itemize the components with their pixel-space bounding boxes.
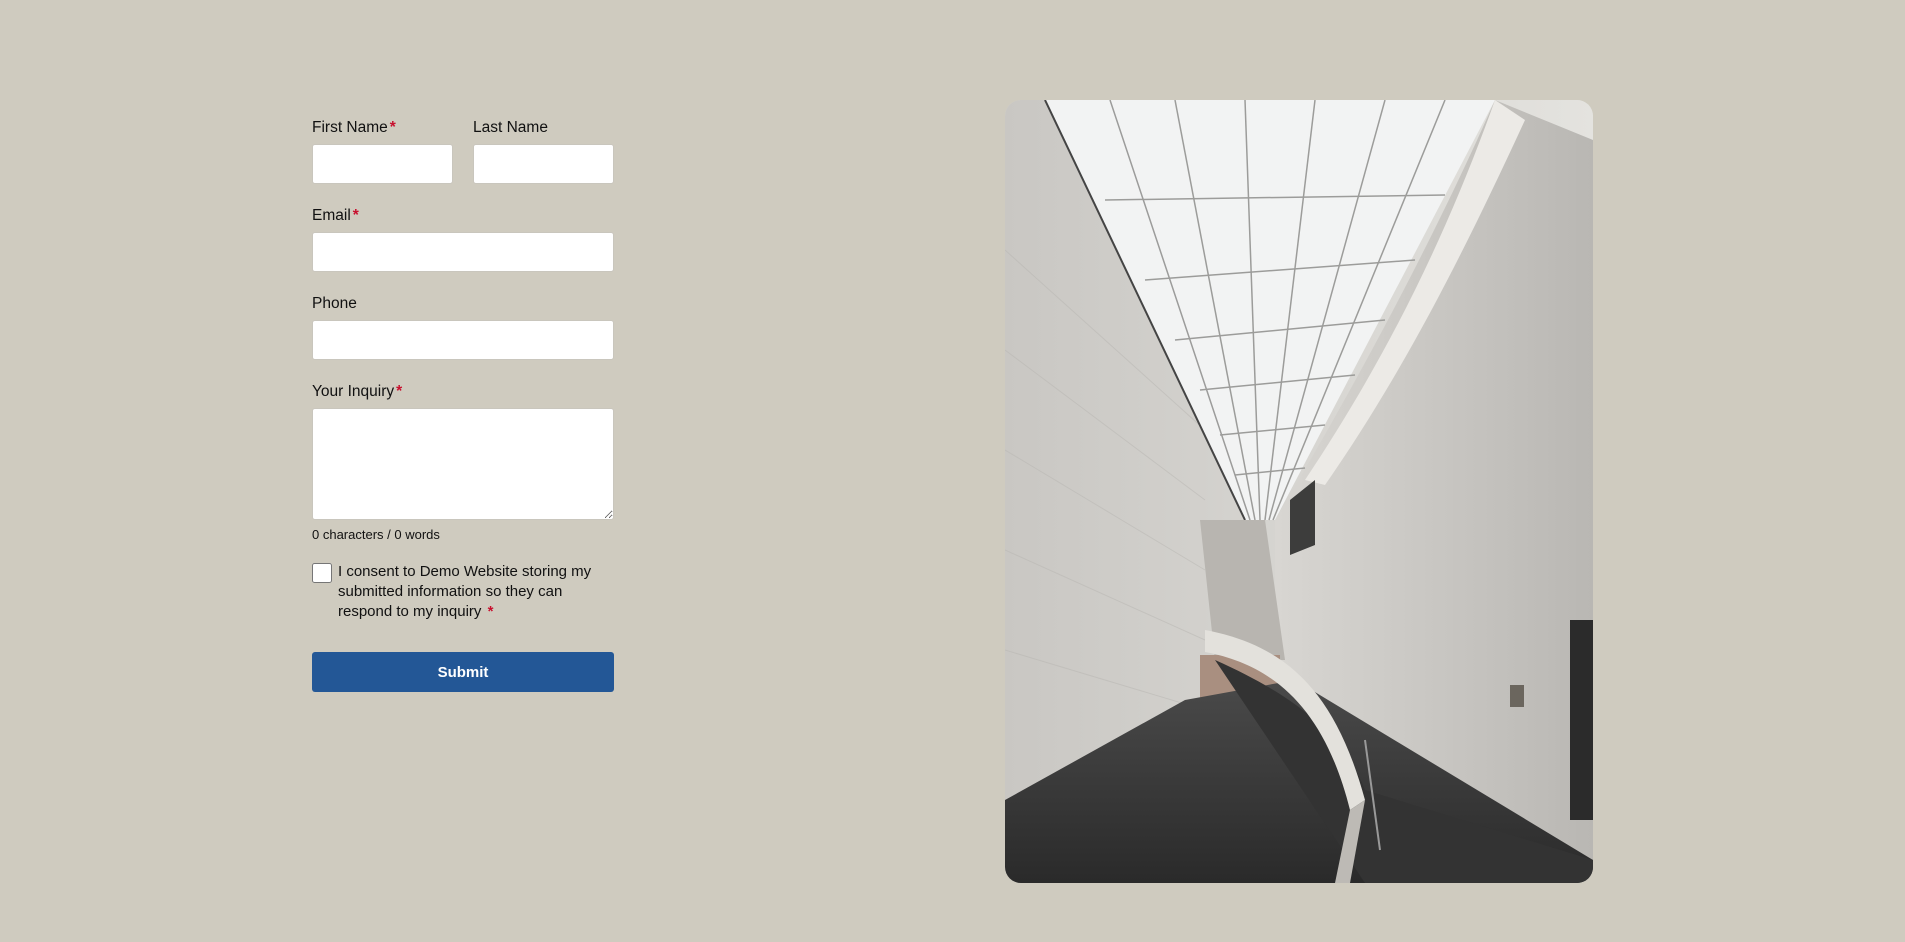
inquiry-group: Your Inquiry * 0 characters / 0 words xyxy=(312,382,614,542)
architecture-photo xyxy=(1005,100,1593,883)
submit-button[interactable]: Submit xyxy=(312,652,614,692)
phone-label: Phone xyxy=(312,295,357,312)
inquiry-label: Your Inquiry * xyxy=(312,383,403,400)
email-label: Email * xyxy=(312,207,359,224)
phone-input[interactable] xyxy=(312,320,614,360)
name-row: First Name * Last Name xyxy=(312,118,614,206)
consent-group: I consent to Demo Website storing my sub… xyxy=(312,562,614,622)
first-name-label: First Name * xyxy=(312,119,396,136)
last-name-group: Last Name xyxy=(473,118,614,184)
required-marker: * xyxy=(352,207,359,224)
first-name-input[interactable] xyxy=(312,144,453,184)
email-group: Email * xyxy=(312,206,614,272)
consent-checkbox[interactable] xyxy=(312,563,332,583)
last-name-label: Last Name xyxy=(473,119,548,136)
first-name-group: First Name * xyxy=(312,118,453,184)
corridor-illustration xyxy=(1005,100,1593,883)
last-name-input[interactable] xyxy=(473,144,614,184)
inquiry-textarea[interactable] xyxy=(312,408,614,520)
required-marker: * xyxy=(389,119,396,136)
consent-label: I consent to Demo Website storing my sub… xyxy=(338,563,592,620)
required-marker: * xyxy=(396,383,403,400)
contact-form: First Name * Last Name Email * Phone Your … xyxy=(312,118,614,692)
phone-group: Phone xyxy=(312,294,614,360)
character-counter: 0 characters / 0 words xyxy=(312,527,440,542)
required-marker: * xyxy=(487,603,494,620)
email-input[interactable] xyxy=(312,232,614,272)
